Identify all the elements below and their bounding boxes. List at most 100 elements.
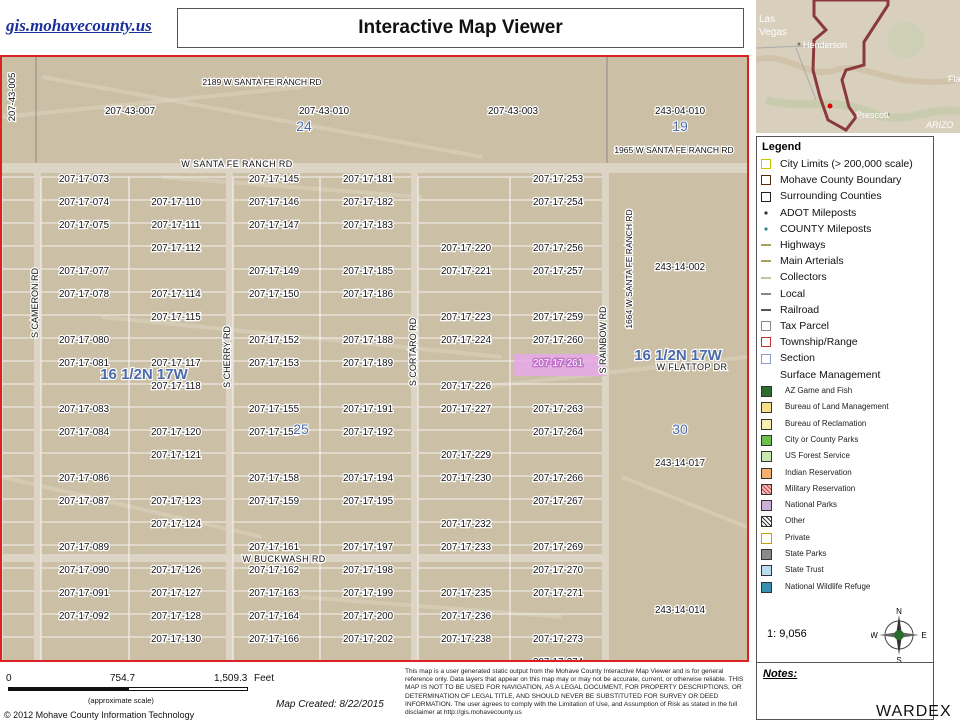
road-cameron (34, 173, 41, 660)
surface-item-label: US Forest Service (785, 451, 850, 461)
parcel-label-207-17-254: 207-17-254 (533, 197, 584, 208)
parcel-label-207-17-191: 207-17-191 (343, 404, 393, 415)
parcel-label-207-17-127: 207-17-127 (151, 588, 201, 599)
road-rainbow (602, 173, 609, 660)
legend-item-label: Surface Management (780, 368, 881, 381)
legend-item-1: Mohave County Boundary (761, 174, 901, 186)
parcel-label-207-17-269: 207-17-269 (533, 542, 583, 553)
parcel-label-207-17-235: 207-17-235 (441, 588, 492, 599)
scale-label-2: 1,509.3 (214, 673, 248, 684)
surface-item-7: National Parks (761, 500, 838, 512)
parcel-label-207-17-152: 207-17-152 (249, 335, 299, 346)
legend-item-label: COUNTY Mileposts (780, 222, 872, 235)
surface-symbol-icon (761, 532, 772, 544)
legend-symbol-icon (761, 272, 771, 283)
parcel-label-207-17-087: 207-17-087 (59, 496, 109, 507)
map-frame[interactable]: 207-17-073 207-17-074 207-17-075 207-17-077… (0, 55, 749, 662)
legend-item-13: Surface Management (761, 369, 880, 381)
parcel-label-207-43-007: 207-43-007 (105, 106, 155, 117)
surface-item-label: Bureau of Land Management (785, 402, 889, 412)
locator-label-fla: Fla (948, 74, 960, 84)
legend-item-label: Railroad (780, 303, 820, 316)
legend-item-label: Highways (780, 239, 826, 251)
surface-item-label: National Parks (785, 500, 838, 510)
parcel-label-207-17-223: 207-17-223 (441, 312, 492, 323)
section-number-24: 24 (296, 118, 312, 134)
parcel-label-243-04-010: 243-04-010 (655, 106, 706, 117)
legend-symbol-icon (761, 288, 771, 299)
parcel-label-207-17-274: 207-17-274 (533, 657, 584, 660)
compass-e: E (921, 631, 926, 640)
parcel-label-207-43-005: 207-43-005 (7, 73, 18, 122)
locator-map: Las Vegas Henderson Prescott Fla ARIZO (756, 0, 960, 133)
section-number-19: 19 (672, 118, 688, 134)
parcel-label-243-14-017: 243-14-017 (655, 458, 705, 469)
surface-item-label: State Parks (785, 549, 827, 558)
legend-item-label: Surrounding Counties (780, 190, 882, 203)
parcel-label-243-14-002: 243-14-002 (655, 262, 705, 273)
parcel-label-207-17-260: 207-17-260 (533, 335, 584, 346)
surface-item-label: City or County Parks (785, 434, 859, 444)
compass-n: N (896, 607, 902, 616)
parcel-label-207-17-236: 207-17-236 (441, 611, 492, 622)
surface-item-label: Bureau of Reclamation (785, 418, 867, 428)
parcel-label-207-17-156: 207-17-156 (249, 427, 300, 438)
parcel-label-207-17-147: 207-17-147 (249, 220, 299, 231)
parcel-label-207-17-259: 207-17-259 (533, 312, 583, 323)
watermark: WARDEX (876, 703, 952, 720)
parcel-label-207-17-077: 207-17-077 (59, 266, 109, 277)
surface-item-label: Military Reservation (785, 483, 856, 493)
parcel-label-207-17-266: 207-17-266 (533, 473, 584, 484)
legend-symbol-icon (761, 191, 771, 202)
address-label-right: 1965 W SANTA FE RANCH RD (614, 145, 733, 155)
parcel-label-207-43-003: 207-43-003 (488, 106, 539, 117)
surface-symbol-icon (761, 467, 772, 479)
parcel-label-207-17-162: 207-17-162 (249, 565, 299, 576)
parcel-label-207-17-166: 207-17-166 (249, 634, 300, 645)
road-cherry (226, 173, 233, 660)
parcel-label-207-17-233: 207-17-233 (441, 542, 492, 553)
compass-rose-icon: N S E W (871, 607, 927, 663)
surface-symbol-icon (761, 516, 772, 528)
legend-item-12: Section (761, 352, 815, 364)
location-marker (827, 103, 833, 109)
parcel-label-207-17-264: 207-17-264 (533, 427, 584, 438)
township-label-left: 16 1/2N 17W (100, 366, 188, 383)
legend-symbol-icon (761, 240, 771, 251)
legend-title: Legend (762, 141, 802, 153)
surface-item-6: Military Reservation (761, 483, 856, 495)
locator-label-las-vegas-2: Vegas (759, 27, 787, 38)
parcel-label-207-17-158: 207-17-158 (249, 473, 300, 484)
parcel-label-207-17-229: 207-17-229 (441, 450, 491, 461)
legend-item-0: City Limits (> 200,000 scale) (761, 158, 913, 170)
legend-symbol-icon (761, 370, 771, 380)
parcel-label-243-14-014: 243-14-014 (655, 605, 706, 616)
surface-symbol-icon (761, 565, 772, 577)
scale-label-0: 0 (6, 673, 12, 684)
legend-item-label: Local (780, 287, 806, 300)
parcel-label-207-17-074: 207-17-074 (59, 197, 110, 208)
parcel-label-207-17-146: 207-17-146 (249, 197, 300, 208)
parcel-label-207-17-182: 207-17-182 (343, 197, 393, 208)
section-number-25: 25 (293, 421, 309, 437)
parcel-label-207-17-224: 207-17-224 (441, 335, 492, 346)
legend-symbol-icon (761, 337, 771, 348)
parcel-label-207-17-226: 207-17-226 (441, 381, 492, 392)
parcel-label-207-17-123: 207-17-123 (151, 496, 202, 507)
parcel-label-207-17-267: 207-17-267 (533, 496, 583, 507)
parcel-label-207-17-130: 207-17-130 (151, 634, 202, 645)
parcel-label-207-17-189: 207-17-189 (343, 358, 393, 369)
parcel-label-207-17-197: 207-17-197 (343, 542, 393, 553)
disclaimer: This map is a user generated static outp… (405, 668, 744, 717)
parcel-label-207-17-198: 207-17-198 (343, 565, 394, 576)
surface-symbol-icon (761, 418, 772, 430)
parcel-label-207-17-195: 207-17-195 (343, 496, 394, 507)
legend-item-label: Collectors (780, 271, 827, 284)
legend-symbol-icon (761, 207, 771, 218)
legend-symbol-icon (761, 353, 771, 364)
parcel-map[interactable]: 207-17-073 207-17-074 207-17-075 207-17-077… (2, 57, 747, 660)
footer: 0 754.7 1,509.3 Feet (approximate scale)… (0, 662, 960, 720)
site-link[interactable]: gis.mohavecounty.us (6, 16, 152, 36)
parcel-label-207-17-084: 207-17-084 (59, 427, 110, 438)
road-label-santa-fe-ranch-ns: 1664 W SANTA FE RANCH RD (624, 209, 634, 328)
